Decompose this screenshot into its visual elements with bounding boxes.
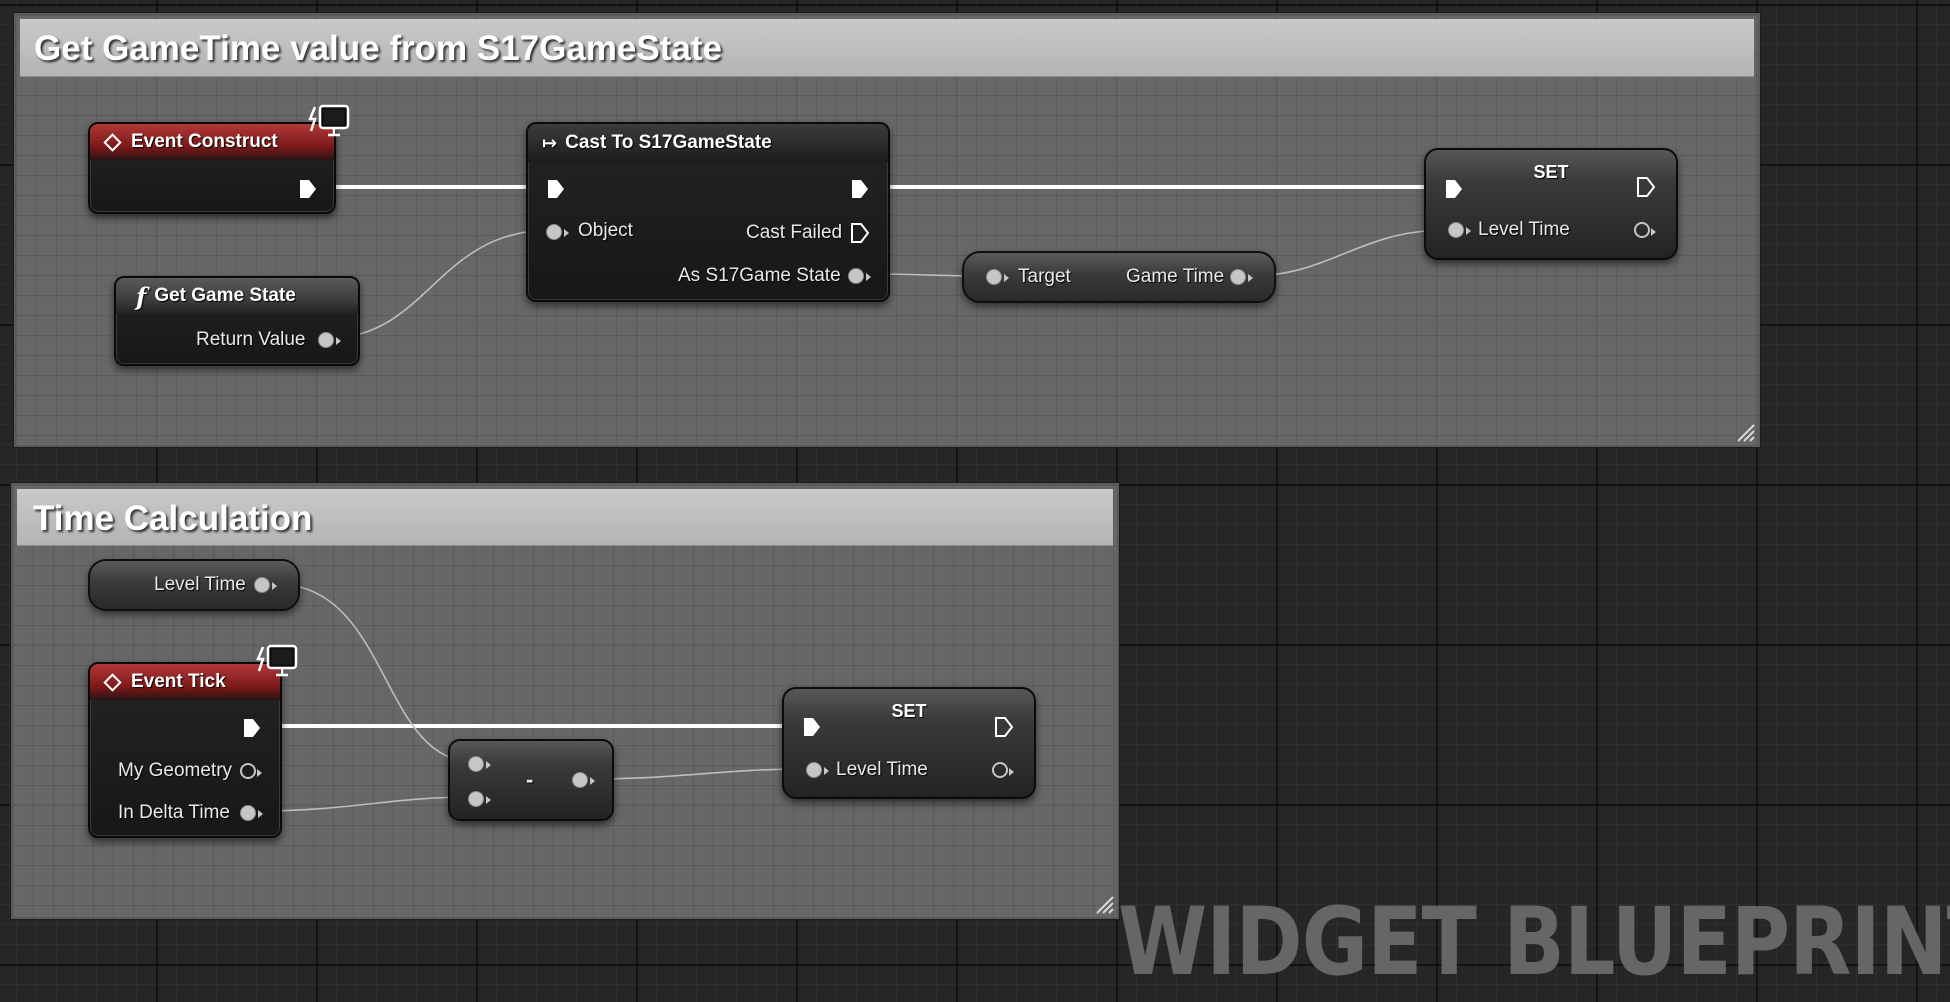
node-header: Event Tick (90, 664, 280, 700)
my-geometry-label: My Geometry (118, 760, 233, 781)
event-construct-node[interactable]: Event Construct (88, 122, 336, 214)
level-time-in-pin[interactable] (806, 762, 829, 778)
level-time-out-pin[interactable] (992, 762, 1014, 778)
resize-grip-icon[interactable] (1733, 420, 1755, 442)
node-title: Event Tick (131, 671, 226, 692)
as-s17game-state-label: As S17Game State (678, 265, 841, 286)
return-value-label: Return Value (196, 329, 306, 350)
set-level-time-node[interactable]: SET Level Time (782, 687, 1036, 799)
level-time-label: Level Time (836, 759, 928, 780)
cast-arrow-icon: ↦ (542, 132, 558, 153)
object-pin[interactable] (546, 224, 569, 240)
comment-header[interactable]: Get GameTime value from S17GameState (20, 19, 1754, 77)
exec-out-pin[interactable] (994, 716, 1014, 738)
delegate-event-icon (256, 644, 298, 677)
event-tick-node[interactable]: Event Tick My Geometry In Delta Time (88, 662, 282, 838)
level-time-pin[interactable] (254, 577, 277, 593)
get-game-state-node[interactable]: f Get Game State Return Value (114, 276, 360, 366)
node-header: Event Construct (90, 124, 334, 160)
comment-title: Get GameTime value from S17GameState (34, 29, 722, 68)
game-time-pin[interactable] (1230, 269, 1253, 285)
subtract-symbol: - (526, 767, 534, 792)
exec-out-pin[interactable] (850, 178, 870, 200)
exec-in-pin[interactable] (802, 716, 822, 738)
comment-title: Time Calculation (33, 499, 313, 538)
function-icon: f (136, 281, 147, 311)
in-delta-time-pin[interactable] (240, 805, 263, 821)
node-header: f Get Game State (116, 278, 358, 314)
subtract-a-pin[interactable] (468, 756, 491, 772)
exec-out-pin[interactable] (1636, 176, 1656, 198)
level-time-in-pin[interactable] (1448, 222, 1471, 238)
as-s17game-state-pin[interactable] (848, 268, 871, 284)
level-time-label: Level Time (154, 574, 246, 595)
cast-failed-exec-pin[interactable] (850, 222, 870, 244)
set-level-time-node[interactable]: SET Level Time (1424, 148, 1678, 260)
blueprint-graph-canvas[interactable]: Get GameTime value from S17GameState Tim… (0, 0, 1950, 1002)
node-header: ↦ Cast To S17GameState (528, 124, 888, 162)
cast-to-s17gamestate-node[interactable]: ↦ Cast To S17GameState Object Cast Faile… (526, 122, 890, 302)
node-title: Get Game State (154, 285, 296, 306)
exec-in-pin[interactable] (546, 178, 566, 200)
delegate-event-icon (308, 104, 350, 137)
node-title: Cast To S17GameState (565, 132, 772, 153)
exec-out-pin[interactable] (298, 178, 318, 200)
level-time-getter-node[interactable]: Level Time (88, 559, 300, 611)
target-label: Target (1018, 266, 1071, 287)
subtract-result-pin[interactable] (572, 772, 595, 788)
subtract-b-pin[interactable] (468, 791, 491, 807)
in-delta-time-label: In Delta Time (118, 802, 230, 823)
return-value-pin[interactable] (318, 332, 341, 348)
level-time-label: Level Time (1478, 219, 1570, 240)
exec-out-pin[interactable] (242, 717, 262, 739)
game-time-getter-node[interactable]: Target Game Time (962, 251, 1276, 303)
subtract-node[interactable]: - (448, 739, 614, 821)
exec-in-pin[interactable] (1444, 178, 1464, 200)
event-diamond-icon (103, 672, 122, 692)
game-time-label: Game Time (1126, 266, 1225, 287)
event-diamond-icon (103, 132, 122, 152)
resize-grip-icon[interactable] (1092, 892, 1114, 914)
level-time-out-pin[interactable] (1634, 222, 1656, 238)
comment-header[interactable]: Time Calculation (17, 489, 1113, 546)
widget-blueprint-watermark: WIDGET BLUEPRINT (1118, 888, 1950, 997)
node-title: Event Construct (131, 131, 278, 152)
my-geometry-pin[interactable] (240, 763, 262, 779)
cast-failed-label: Cast Failed (746, 222, 843, 243)
object-label: Object (578, 220, 633, 241)
target-pin[interactable] (986, 269, 1009, 285)
